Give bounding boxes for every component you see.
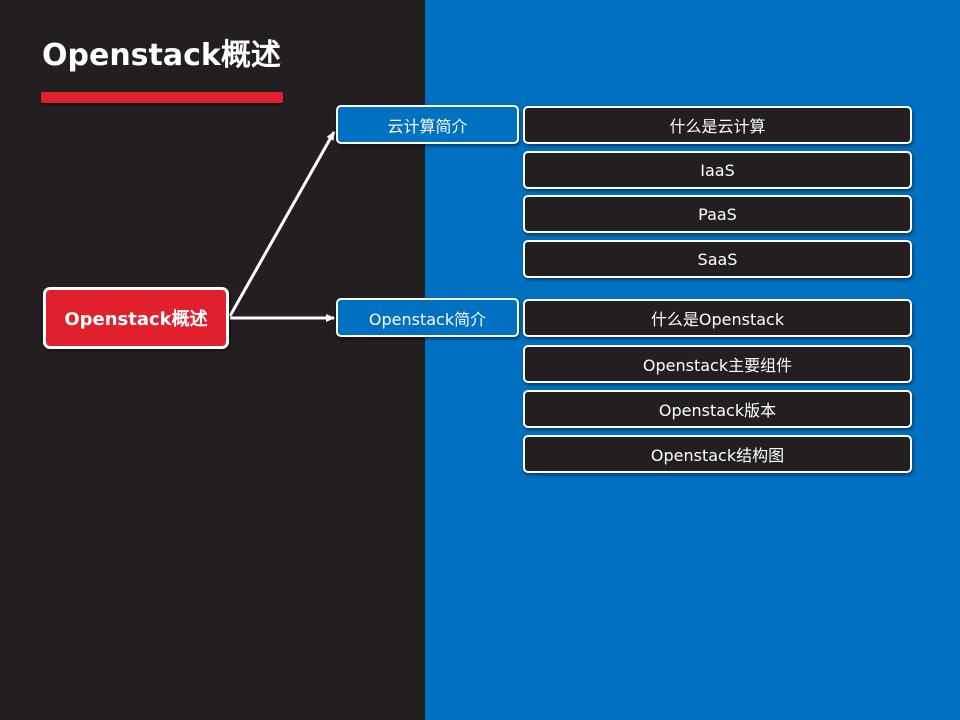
leaf-node-what-is-cloud: 什么是云计算 [523, 106, 912, 144]
leaf-node-iaas: IaaS [523, 151, 912, 189]
branch-node-cloud-intro: 云计算简介 [336, 105, 519, 144]
leaf-node-openstack-components: Openstack主要组件 [523, 345, 912, 383]
arrow-to-cloud-intro [228, 131, 336, 317]
leaf-node-openstack-versions: Openstack版本 [523, 390, 912, 428]
leaf-node-paas: PaaS [523, 195, 912, 233]
leaf-node-saas: SaaS [523, 240, 912, 278]
root-node: Openstack概述 [43, 287, 229, 349]
branch-node-openstack-intro: Openstack简介 [336, 298, 519, 337]
leaf-node-what-is-openstack: 什么是Openstack [523, 299, 912, 337]
leaf-node-openstack-architecture: Openstack结构图 [523, 435, 912, 473]
